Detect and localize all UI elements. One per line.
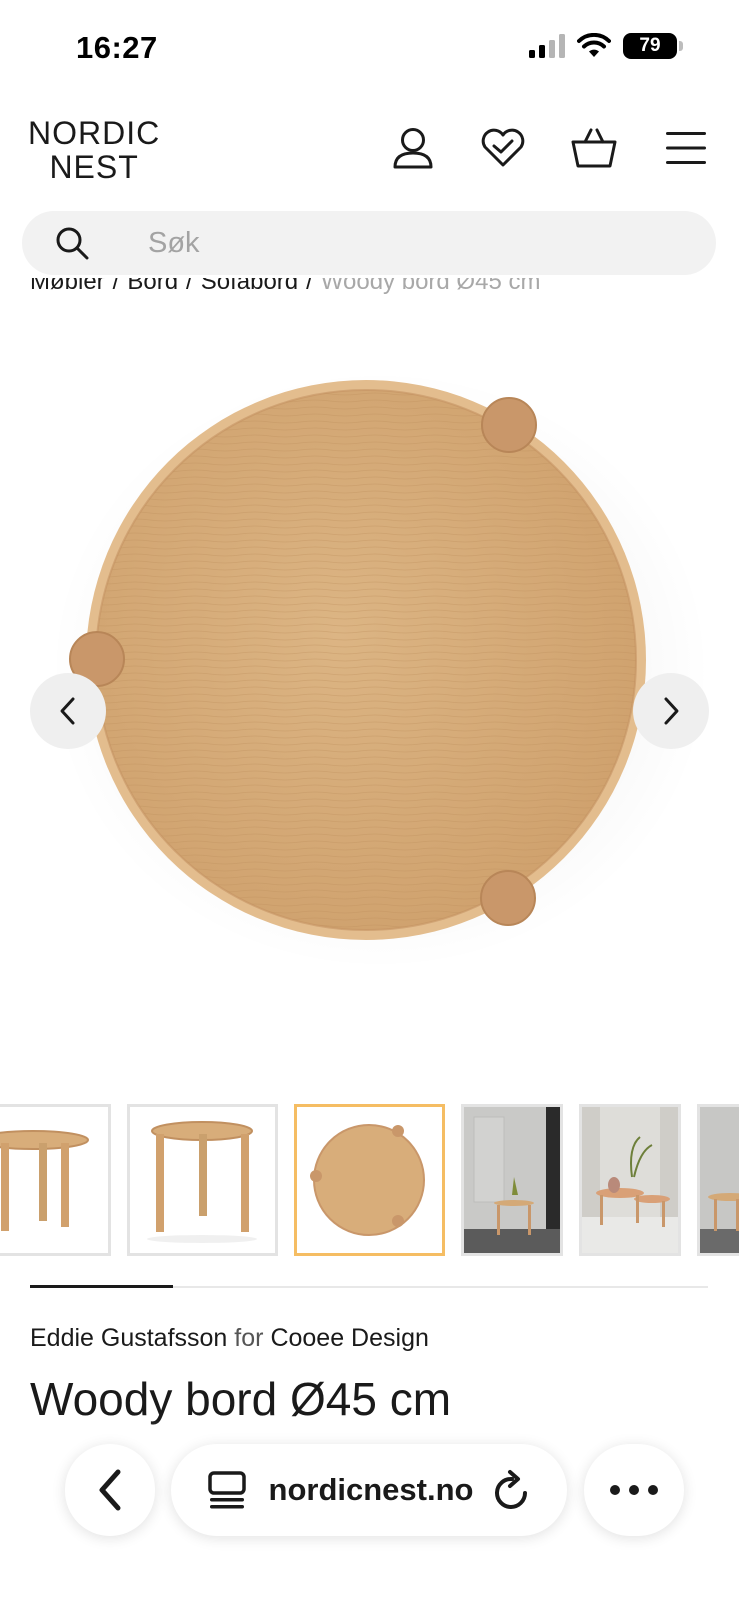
cart-button[interactable] xyxy=(570,124,618,172)
thumbnail-strip xyxy=(0,1104,739,1256)
basket-icon xyxy=(571,128,617,168)
browser-back-button[interactable] xyxy=(65,1444,155,1536)
back-chevron-icon xyxy=(99,1469,121,1511)
search-input[interactable] xyxy=(148,211,668,275)
designer-name[interactable]: Eddie Gustafsson xyxy=(30,1324,227,1352)
brand-name[interactable]: Cooee Design xyxy=(270,1324,428,1352)
thumbnail-image xyxy=(147,1121,257,1243)
nordic-nest-logo[interactable]: NORDIC NEST xyxy=(28,116,160,184)
product-title: Woody bord Ø45 cm xyxy=(30,1373,452,1425)
heart-icon xyxy=(481,128,525,167)
battery-level: 79 xyxy=(639,35,661,56)
designer-for: for xyxy=(234,1324,264,1352)
table-top-view-image xyxy=(50,370,710,970)
browser-address-bar[interactable]: nordicnest.no xyxy=(171,1444,567,1536)
thumbnail[interactable] xyxy=(697,1104,739,1256)
reload-icon[interactable] xyxy=(493,1469,531,1511)
wifi-icon xyxy=(577,33,611,57)
product-designer: Eddie Gustafsson for Cooee Design xyxy=(30,1324,429,1353)
gallery-progress-track xyxy=(30,1285,708,1288)
browser-more-button[interactable] xyxy=(584,1444,684,1536)
next-image-button[interactable] xyxy=(633,673,709,749)
breadcrumb-separator: / xyxy=(186,278,193,295)
thumbnail-image xyxy=(310,1124,425,1236)
thumbnail-image xyxy=(700,1107,739,1253)
breadcrumb-item[interactable]: Bord xyxy=(127,278,178,296)
previous-image-button[interactable] xyxy=(30,673,106,749)
thumbnail-active[interactable] xyxy=(294,1104,445,1256)
breadcrumb-current: Woody bord Ø45 cm xyxy=(320,278,541,295)
breadcrumb-separator: / xyxy=(306,278,313,295)
breadcrumb-item[interactable]: Møbler xyxy=(30,278,105,296)
breadcrumb-item[interactable]: Sofabord xyxy=(201,278,298,296)
wishlist-button[interactable] xyxy=(479,124,527,172)
battery-icon: 79 xyxy=(623,33,683,59)
account-button[interactable] xyxy=(389,124,437,172)
thumbnail-image xyxy=(582,1107,678,1253)
cellular-signal-icon xyxy=(529,34,565,58)
search-icon xyxy=(56,227,89,260)
menu-button[interactable] xyxy=(662,124,710,172)
breadcrumb-separator: / xyxy=(112,278,120,295)
status-icons: 79 xyxy=(529,33,683,59)
user-icon xyxy=(393,128,433,169)
site-header: NORDIC NEST xyxy=(0,100,739,200)
thumbnail[interactable] xyxy=(461,1104,563,1256)
thumbnail-image xyxy=(0,1130,89,1231)
hamburger-menu-icon xyxy=(666,132,706,164)
logo-line-2: NEST xyxy=(49,149,139,185)
page-menu-icon xyxy=(207,1471,246,1509)
thumbnail[interactable] xyxy=(579,1104,681,1256)
search-bar[interactable] xyxy=(22,211,716,275)
status-bar: 16:27 79 xyxy=(0,0,739,100)
logo-line-1: NORDIC xyxy=(28,115,161,151)
product-image[interactable] xyxy=(0,300,739,1090)
thumbnail[interactable] xyxy=(127,1104,278,1256)
gallery-progress-fill xyxy=(30,1285,173,1288)
breadcrumb-container: Møbler / Bord / Sofabord / Woody bord Ø4… xyxy=(0,278,739,300)
chevron-left-icon xyxy=(60,697,75,725)
thumbnail[interactable] xyxy=(0,1104,111,1256)
browser-url: nordicnest.no xyxy=(268,1472,474,1507)
chevron-right-icon xyxy=(664,697,679,725)
status-time: 16:27 xyxy=(76,30,158,65)
thumbnail-image xyxy=(464,1107,560,1253)
more-dots-icon xyxy=(610,1485,658,1495)
breadcrumb: Møbler / Bord / Sofabord / Woody bord Ø4… xyxy=(30,278,540,296)
